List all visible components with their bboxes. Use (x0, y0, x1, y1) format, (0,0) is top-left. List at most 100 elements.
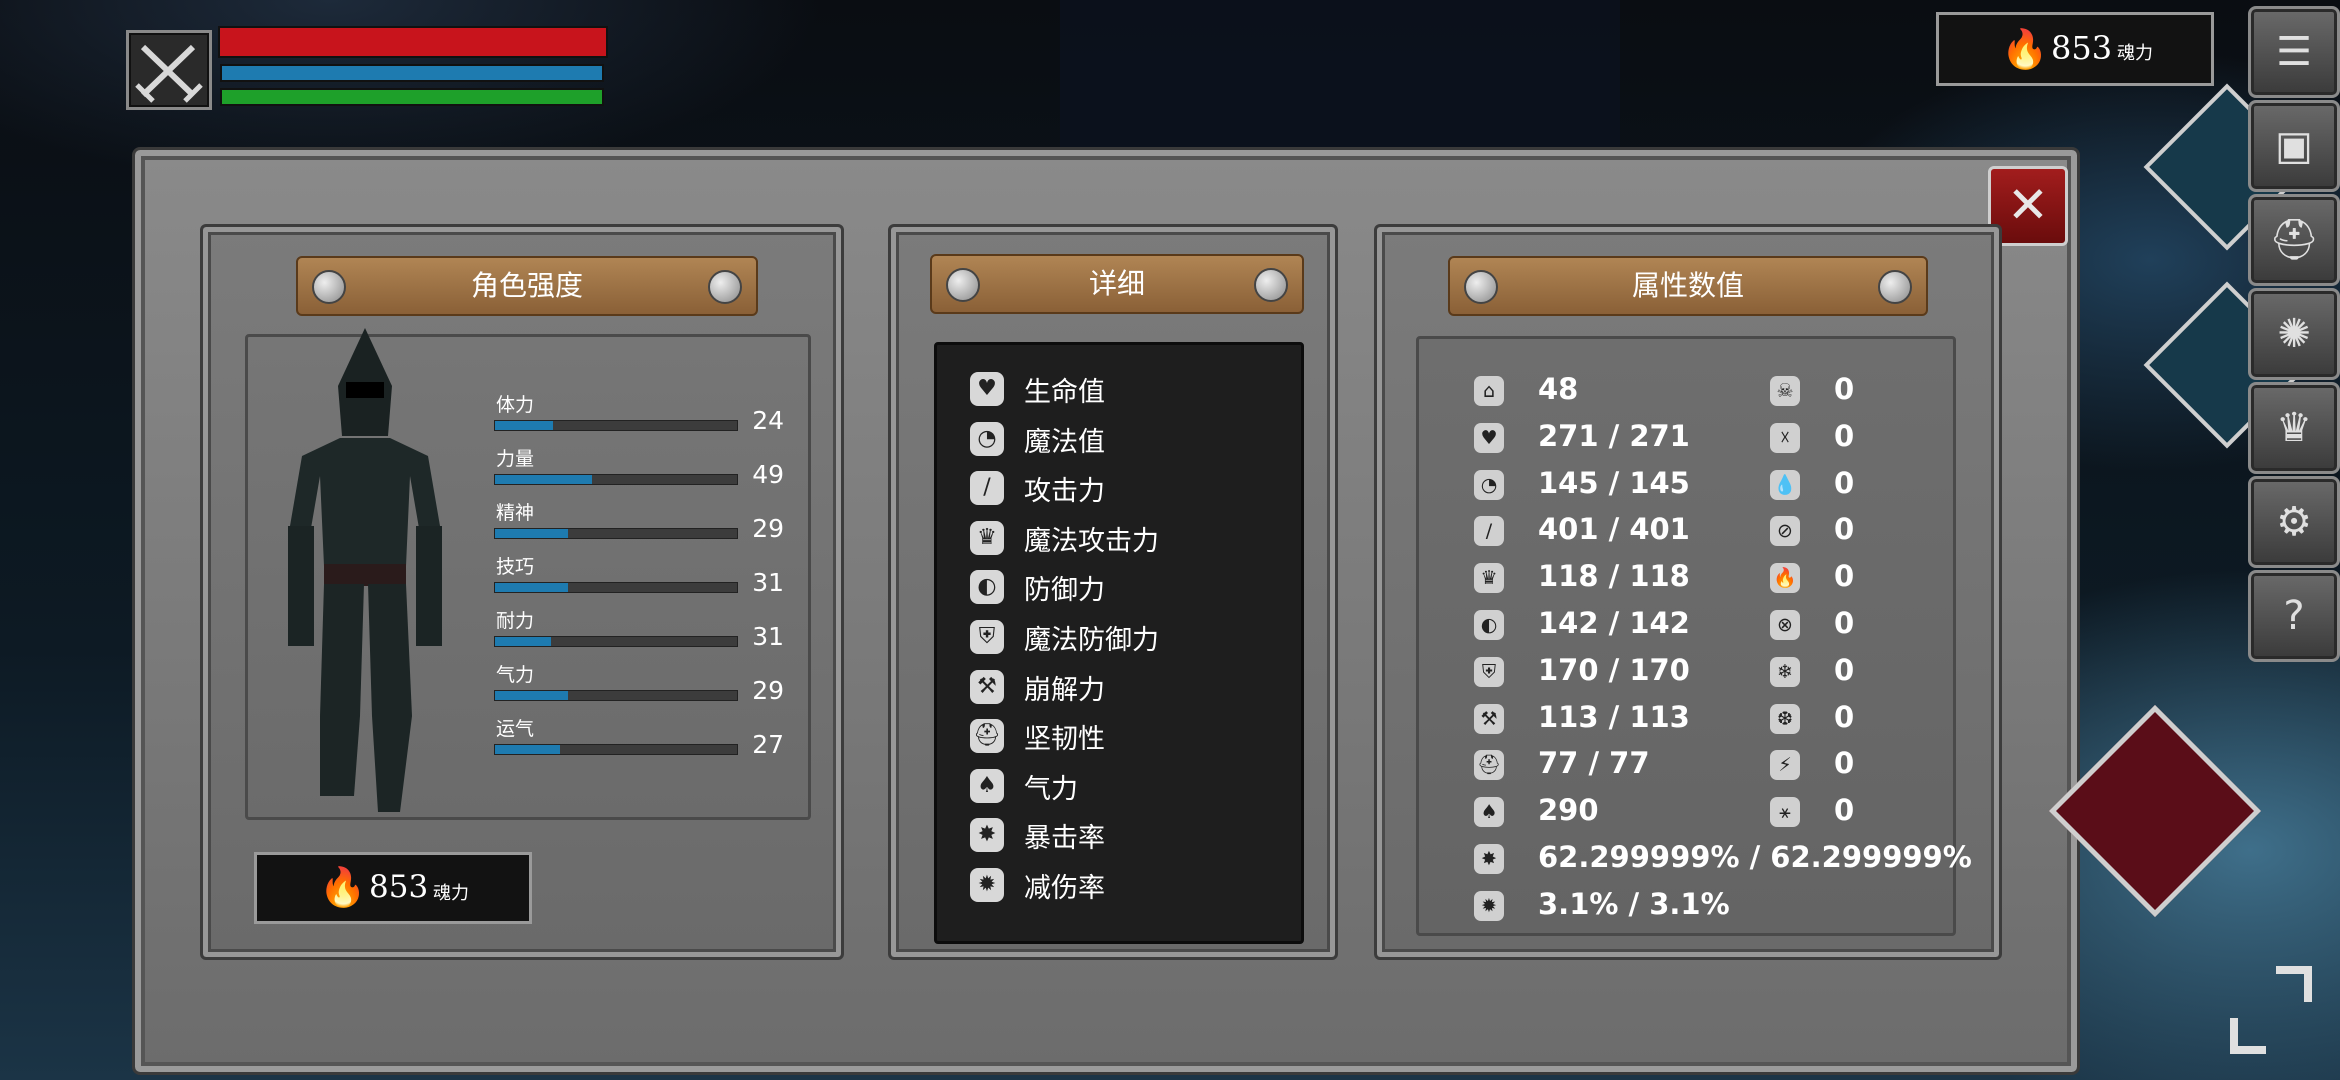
hud-soul-count: 853 (2051, 29, 2113, 67)
detail-label: 生命值 (1024, 377, 1105, 408)
help-button[interactable]: ? (2248, 570, 2340, 662)
character-soul-counter: 🔥 853 魂力 (254, 852, 532, 924)
lightning-resist-icon: ⚹ (1770, 797, 1800, 828)
rivet-icon (312, 270, 346, 304)
attribute-value: 3.1% / 3.1% (1538, 886, 1730, 921)
attribute-value: 113 / 113 (1538, 699, 1690, 734)
stat-label: 运气 (496, 718, 535, 740)
attribute-value: 77 / 77 (1538, 746, 1650, 781)
corner-bracket-icon (2276, 966, 2312, 1002)
detail-label: 崩解力 (1024, 674, 1105, 706)
resistance-value: 0 (1834, 372, 1855, 406)
damage-reduce-icon: ✹ (1474, 890, 1504, 921)
flame-icon: 🔥 (2001, 27, 2049, 71)
magic-shield-icon: ⛨ (970, 620, 1004, 654)
close-icon: ✕ (2007, 176, 2049, 234)
frost-resist-icon: ❆ (1770, 703, 1800, 734)
rank-button[interactable]: ♛ (2248, 382, 2340, 474)
attribute-values-title: 属性数值 (1631, 269, 1744, 302)
detail-label: 减伤率 (1024, 873, 1105, 904)
details-title: 详细 (1088, 267, 1145, 300)
rivet-icon (708, 270, 742, 304)
stat-bar-fill (495, 421, 554, 430)
magic-crown-icon: ♛ (970, 520, 1004, 555)
magic-shield-icon: ⛨ (1474, 656, 1504, 687)
detail-label: 魔法防御力 (1024, 625, 1159, 656)
mana-bar (220, 64, 604, 82)
corner-bracket-icon (2230, 1018, 2266, 1054)
stat-bar-fill (495, 745, 561, 754)
health-bar (218, 26, 608, 58)
rivet-icon (1878, 270, 1912, 304)
damage-reduce-icon: ✹ (970, 868, 1004, 902)
weapon-slot[interactable] (126, 30, 212, 110)
helmet-icon: ⛑ (1474, 750, 1504, 781)
skills-button[interactable]: ✺ (2248, 288, 2340, 380)
helmet-icon: ⛑ (2268, 217, 2320, 263)
character-model (288, 328, 442, 812)
equipment-button[interactable]: ⛑ (2248, 194, 2340, 286)
poison-skull-icon: ☠ (1770, 376, 1800, 406)
lungs-icon: ♠ (970, 768, 1004, 803)
heart-icon: ♥ (1474, 422, 1504, 453)
attribute-value: 401 / 401 (1538, 512, 1690, 547)
attribute-value: 290 (1538, 793, 1599, 828)
helmet-icon: ⛑ (970, 719, 1004, 754)
attribute-value: 62.299999% / 62.299999% (1538, 840, 1972, 874)
stamina-bar (220, 88, 604, 106)
stat-bar (494, 474, 738, 485)
lightning-icon: ⚡ (1770, 750, 1800, 781)
stat-bar-fill (495, 475, 592, 484)
detail-label: 攻击力 (1024, 476, 1105, 508)
shield-icon: ◐ (1474, 610, 1504, 640)
shield-icon: ◐ (970, 570, 1004, 605)
magic-crown-icon: ♛ (1474, 563, 1504, 594)
resistance-value: 0 (1834, 418, 1855, 453)
sword-icon: / (970, 471, 1004, 506)
stat-bar (494, 744, 738, 755)
stat-value: 27 (752, 730, 784, 759)
resistance-value: 0 (1834, 465, 1855, 500)
attribute-value: 48 (1538, 372, 1579, 406)
stat-bar (494, 528, 738, 539)
detail-label: 魔法值 (1024, 426, 1105, 458)
stat-label: 耐力 (496, 610, 535, 632)
attribute-value: 142 / 142 (1538, 606, 1690, 640)
resistance-value: 0 (1834, 652, 1855, 687)
crossed-swords-icon (135, 44, 203, 103)
detail-label: 防御力 (1024, 575, 1105, 607)
stat-bar-fill (495, 529, 568, 538)
attribute-value: 170 / 170 (1538, 652, 1690, 687)
character-soul-count: 853 (369, 869, 429, 905)
stat-bar (494, 690, 738, 701)
menu-icon: ☰ (2276, 29, 2312, 75)
inventory-button[interactable]: ▣ (2248, 100, 2340, 192)
stamina-bar-fill (222, 90, 602, 104)
character-strength-header: 角色强度 (296, 256, 758, 316)
health-bar-fill (220, 28, 606, 56)
star-burst-icon: ✸ (1474, 844, 1504, 874)
stat-label: 技巧 (496, 556, 535, 578)
rivet-icon (1254, 268, 1288, 302)
attribute-value: 145 / 145 (1538, 465, 1690, 500)
resistance-value: 0 (1834, 793, 1855, 828)
mind-icon: ◔ (970, 421, 1004, 456)
attribute-value: 271 / 271 (1538, 418, 1690, 453)
stat-bar-fill (495, 583, 568, 592)
inventory-icon: ▣ (2275, 123, 2313, 169)
gear-icon: ⚙ (2276, 499, 2312, 545)
stat-bar (494, 582, 738, 593)
armor-icon: ⌂ (1474, 376, 1504, 406)
menu-button[interactable]: ☰ (2248, 6, 2340, 98)
flame-icon: 🔥 (319, 865, 367, 909)
pickaxe-icon: ⚒ (970, 669, 1004, 704)
lungs-icon: ♠ (1474, 797, 1504, 828)
poison-resist-icon: ☓ (1770, 422, 1800, 453)
skill-rune-icon: ✺ (2277, 311, 2311, 357)
stat-label: 力量 (496, 448, 535, 470)
detail-label: 坚韧性 (1024, 724, 1105, 756)
stat-bar-fill (495, 637, 551, 646)
character-strength-title: 角色强度 (470, 269, 583, 302)
settings-button[interactable]: ⚙ (2248, 476, 2340, 568)
resistance-value: 0 (1834, 512, 1855, 547)
